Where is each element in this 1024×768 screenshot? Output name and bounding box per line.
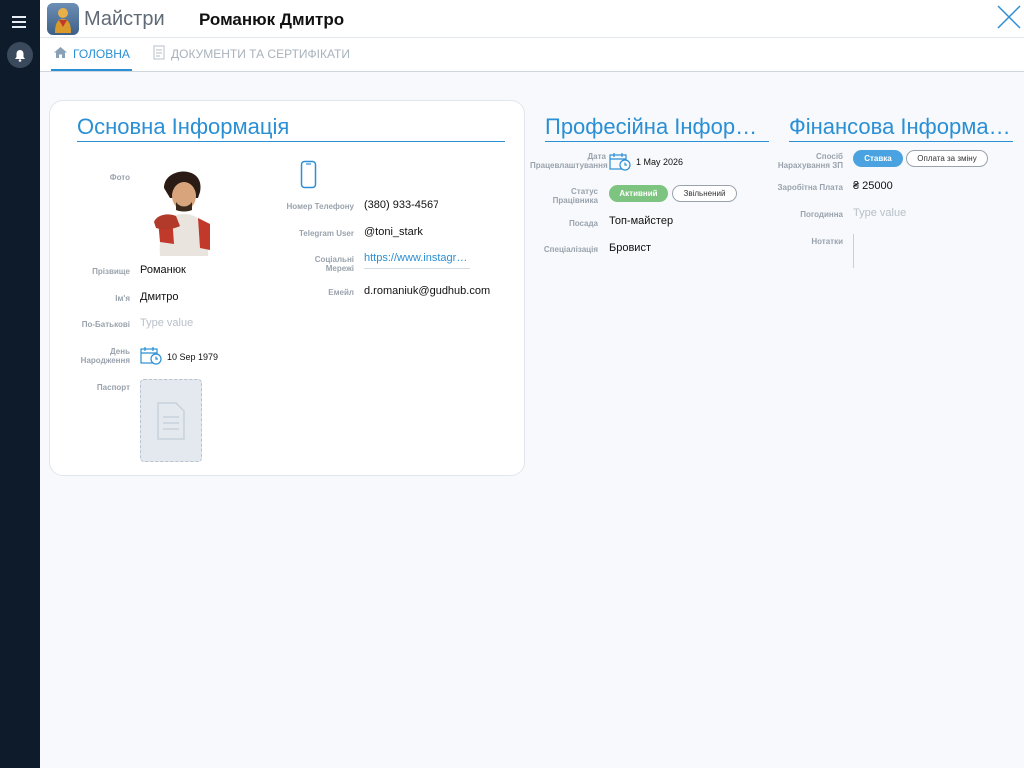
- salary-label: Заробітна Плата: [777, 183, 843, 192]
- tab-documents-label: ДОКУМЕНТИ ТА СЕРТИФІКАТИ: [171, 46, 350, 61]
- surname-value[interactable]: Романюк: [140, 264, 186, 276]
- specialization-label: Спеціалізація: [543, 245, 598, 254]
- document-icon: [157, 401, 185, 440]
- hire-date-value[interactable]: 1 May 2026: [636, 157, 683, 167]
- email-value[interactable]: d.romaniuk@gudhub.com: [364, 285, 490, 297]
- basic-info-title: Основна Інформація: [77, 114, 505, 142]
- app-logo: [47, 3, 79, 35]
- passport-upload[interactable]: [140, 379, 202, 462]
- email-label: Емейл: [328, 288, 354, 297]
- calendar-icon[interactable]: [609, 152, 631, 172]
- passport-label: Паспорт: [96, 383, 130, 392]
- menu-icon[interactable]: [12, 16, 26, 28]
- phone-label: Номер Телефону: [286, 202, 354, 211]
- name-label: Ім'я: [115, 294, 130, 303]
- phone-value[interactable]: (380) 933-4567: [364, 199, 438, 211]
- phone-icon: [300, 160, 317, 194]
- telegram-value[interactable]: @toni_stark: [364, 226, 423, 238]
- pay-per-shift-button[interactable]: Оплата за зміну: [906, 150, 988, 167]
- specialization-value[interactable]: Бровист: [609, 242, 651, 254]
- professional-info-title: Професійна Інформація: [545, 114, 769, 142]
- position-value[interactable]: Топ-майстер: [609, 215, 673, 227]
- header: Майстри Романюк Дмитро: [40, 0, 1024, 38]
- status-dismissed-button[interactable]: Звільнений: [672, 185, 737, 202]
- notes-label: Нотатки: [811, 237, 843, 246]
- tab-documents[interactable]: ДОКУМЕНТИ ТА СЕРТИФІКАТИ: [152, 38, 350, 69]
- tab-home-label: ГОЛОВНА: [73, 46, 130, 61]
- patronymic-label: По-Батькові: [81, 320, 130, 329]
- tab-home[interactable]: ГОЛОВНА: [51, 38, 132, 71]
- bell-icon[interactable]: [7, 42, 33, 68]
- page-title: Романюк Дмитро: [199, 10, 345, 29]
- calendar-icon[interactable]: [140, 346, 162, 366]
- document-icon: [152, 44, 166, 63]
- social-label: Соціальні Мережі: [314, 255, 354, 273]
- photo-label: Фото: [109, 173, 130, 182]
- financial-info-title: Фінансова Інформація: [789, 114, 1013, 142]
- notes-input[interactable]: [853, 234, 856, 268]
- name-value[interactable]: Дмитро: [140, 291, 178, 303]
- close-icon[interactable]: [995, 3, 1023, 31]
- employee-photo[interactable]: [150, 168, 218, 256]
- status-label: Статус Працівника: [552, 187, 598, 205]
- hourly-label: Погодинна: [800, 210, 843, 219]
- surname-label: Прізвище: [92, 267, 130, 276]
- social-link[interactable]: https://www.instagram.com/: [364, 252, 470, 269]
- status-active-button[interactable]: Активний: [609, 185, 668, 202]
- birthday-label: День Народження: [80, 347, 130, 365]
- telegram-label: Telegram User: [299, 229, 354, 238]
- pay-rate-button[interactable]: Ставка: [853, 150, 903, 167]
- patronymic-input[interactable]: Type value: [140, 317, 193, 329]
- hourly-input[interactable]: Type value: [853, 207, 906, 219]
- position-label: Посада: [568, 219, 598, 228]
- home-icon: [53, 46, 68, 62]
- pay-method-label: Спосіб Нарахування ЗП: [777, 152, 843, 170]
- hire-date-label: Дата Працевлаштування: [530, 152, 608, 170]
- tabs-bar: ГОЛОВНА ДОКУМЕНТИ ТА СЕРТИФІКАТИ: [40, 38, 1024, 72]
- salary-value[interactable]: ₴ 25000: [853, 180, 893, 192]
- app-name: Майстри: [84, 8, 165, 30]
- birthday-value[interactable]: 10 Sep 1979: [167, 352, 218, 362]
- sidebar: [0, 0, 40, 768]
